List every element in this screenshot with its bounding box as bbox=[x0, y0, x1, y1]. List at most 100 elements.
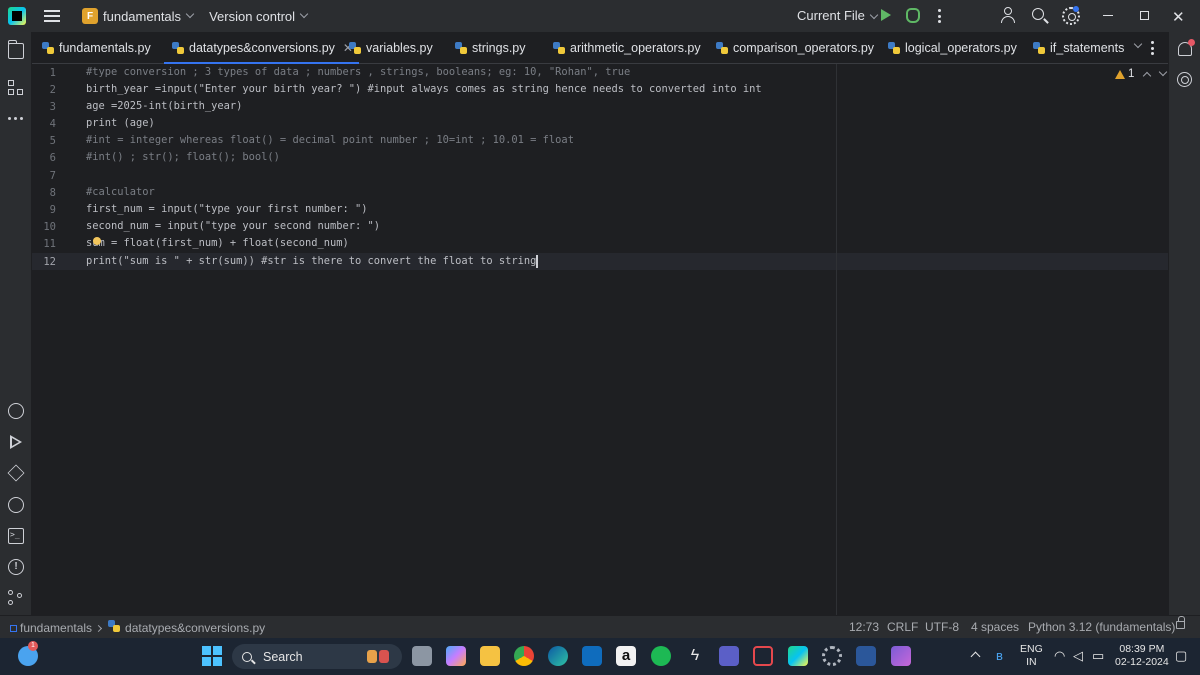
read-only-lock-icon[interactable] bbox=[1176, 616, 1185, 629]
app-bolt-icon[interactable]: ϟ bbox=[685, 646, 705, 666]
teams-icon[interactable] bbox=[719, 646, 739, 666]
line-number: 8 bbox=[49, 187, 56, 199]
search-highlight-icon bbox=[367, 649, 391, 663]
git-icon[interactable] bbox=[8, 590, 24, 606]
volume-icon[interactable]: ◁ bbox=[1073, 648, 1083, 664]
previous-problem-icon[interactable] bbox=[1143, 71, 1152, 81]
python-interpreter[interactable]: Python 3.12 (fundamentals) bbox=[1028, 620, 1175, 634]
tab-label: arithmetic_operators.py bbox=[570, 40, 701, 55]
right-tool-strip bbox=[1168, 32, 1200, 615]
run-icon[interactable] bbox=[881, 9, 891, 21]
tab-if-statements[interactable]: if_statements bbox=[1033, 32, 1124, 63]
tabs-overflow-chevron-icon[interactable] bbox=[1133, 39, 1143, 49]
search-icon[interactable] bbox=[1031, 7, 1049, 25]
structure-icon[interactable] bbox=[8, 80, 24, 96]
add-user-icon[interactable] bbox=[1000, 7, 1018, 25]
language-indicator[interactable]: ENG IN bbox=[1020, 643, 1043, 669]
language-code: ENG bbox=[1020, 643, 1043, 655]
line-separator[interactable]: CRLF bbox=[887, 620, 918, 634]
breadcrumb-chevron-icon bbox=[95, 624, 103, 633]
tab-label: comparison_operators.py bbox=[733, 40, 875, 55]
chevron-down-icon bbox=[299, 9, 309, 19]
code-line-8: #calculator bbox=[86, 184, 155, 201]
windows-start-icon[interactable] bbox=[202, 646, 222, 666]
python-console-icon[interactable] bbox=[8, 403, 24, 419]
intention-bulb-icon[interactable] bbox=[93, 237, 101, 245]
indent-setting[interactable]: 4 spaces bbox=[971, 620, 1019, 634]
copilot-icon[interactable] bbox=[446, 646, 466, 666]
debug-icon[interactable] bbox=[906, 8, 920, 23]
python-packages-icon[interactable] bbox=[7, 464, 25, 482]
code-line-5: #int = integer whereas float() = decimal… bbox=[86, 132, 574, 149]
python-file-icon bbox=[349, 41, 361, 54]
clock[interactable]: 08:39 PM 02-12-2024 bbox=[1115, 643, 1169, 669]
wifi-icon[interactable]: ◠ bbox=[1054, 648, 1065, 664]
run-tool-icon[interactable] bbox=[10, 435, 22, 449]
task-view-icon[interactable] bbox=[412, 646, 432, 666]
vcs-menu[interactable]: Version control bbox=[209, 9, 295, 24]
right-margin-guide bbox=[836, 64, 837, 615]
code-editor[interactable]: 1 2 3 4 5 6 7 8 9 10 11 12 #type convers… bbox=[32, 64, 1168, 615]
notification-center-icon[interactable]: ▢ bbox=[1175, 648, 1187, 664]
more-actions-icon[interactable] bbox=[938, 9, 941, 23]
code-line-3: age =2025-int(birth_year) bbox=[86, 98, 242, 115]
chrome-icon[interactable] bbox=[514, 646, 534, 666]
maximize-icon[interactable] bbox=[1140, 11, 1149, 20]
tab-arithmetic-operators[interactable]: arithmetic_operators.py bbox=[553, 32, 701, 63]
clipchamp-icon[interactable] bbox=[891, 646, 911, 666]
code-text: age =2025-int(birth_year) bbox=[86, 100, 243, 112]
title-bar: F fundamentals Version control Current F… bbox=[0, 0, 1200, 32]
more-tools-icon[interactable] bbox=[8, 110, 24, 126]
pycharm-taskbar-icon[interactable] bbox=[788, 646, 808, 666]
close-icon[interactable]: ✕ bbox=[1172, 8, 1185, 26]
tab-variables[interactable]: variables.py bbox=[349, 32, 433, 63]
run-config-label: Current File bbox=[797, 8, 865, 23]
tab-fundamentals[interactable]: fundamentals.py bbox=[42, 32, 151, 63]
file-explorer-icon[interactable] bbox=[480, 646, 500, 666]
chevron-down-icon bbox=[869, 10, 879, 20]
word-icon[interactable] bbox=[856, 646, 876, 666]
tray-overflow-chevron-icon[interactable] bbox=[970, 651, 981, 662]
tab-strings[interactable]: strings.py bbox=[455, 32, 526, 63]
ai-assistant-icon[interactable] bbox=[1177, 72, 1192, 87]
python-file-icon bbox=[716, 41, 728, 54]
battery-icon[interactable]: ▭ bbox=[1092, 648, 1104, 664]
run-config-selector[interactable]: Current File bbox=[797, 8, 879, 23]
code-text: #type conversion ; 3 types of data ; num… bbox=[86, 66, 631, 78]
breadcrumb-file[interactable]: datatypes&conversions.py bbox=[125, 621, 265, 635]
breadcrumb-project[interactable]: fundamentals bbox=[20, 621, 92, 635]
project-selector[interactable]: fundamentals bbox=[103, 9, 181, 24]
tab-datatypes-conversions[interactable]: datatypes&conversions.py ✕ bbox=[164, 32, 359, 64]
project-folder-icon[interactable] bbox=[7, 40, 24, 59]
notification-badge-icon bbox=[1188, 39, 1195, 46]
minimize-icon[interactable] bbox=[1103, 15, 1113, 16]
code-text: #calculator bbox=[86, 186, 155, 198]
problems-icon[interactable]: ! bbox=[8, 559, 24, 575]
settings-gear-icon[interactable] bbox=[822, 646, 842, 666]
code-text: print (age) bbox=[86, 117, 155, 129]
tab-logical-operators[interactable]: logical_operators.py bbox=[888, 32, 1017, 63]
bluetooth-icon[interactable]: ʙ bbox=[996, 648, 1003, 663]
edge-icon[interactable] bbox=[548, 646, 568, 666]
code-text: print("sum is " + str(sum)) #str is ther… bbox=[86, 255, 537, 267]
code-line-11: sum = float(first_num) + float(second_nu… bbox=[86, 235, 349, 252]
caret-position[interactable]: 12:73 bbox=[849, 620, 879, 634]
terminal-icon[interactable]: >_ bbox=[8, 528, 24, 544]
update-dot-icon bbox=[1073, 6, 1079, 12]
main-menu-icon[interactable] bbox=[44, 10, 60, 22]
search-icon bbox=[242, 651, 252, 662]
inspection-widget[interactable]: 1 bbox=[1115, 67, 1168, 81]
file-encoding[interactable]: UTF-8 bbox=[925, 620, 959, 634]
amazon-icon[interactable]: a bbox=[616, 646, 636, 666]
project-badge: F bbox=[82, 8, 98, 24]
next-problem-icon[interactable] bbox=[1159, 67, 1168, 77]
python-file-icon bbox=[172, 41, 184, 54]
code-line-9: first_num = input("type your first numbe… bbox=[86, 201, 368, 218]
services-icon[interactable] bbox=[8, 497, 24, 513]
tab-comparison-operators[interactable]: comparison_operators.py bbox=[716, 32, 874, 63]
tabs-more-icon[interactable] bbox=[1151, 41, 1154, 55]
line-number: 2 bbox=[49, 84, 56, 96]
app-red-icon[interactable] bbox=[753, 646, 773, 666]
outlook-icon[interactable] bbox=[582, 646, 602, 666]
spotify-icon[interactable] bbox=[651, 646, 671, 666]
